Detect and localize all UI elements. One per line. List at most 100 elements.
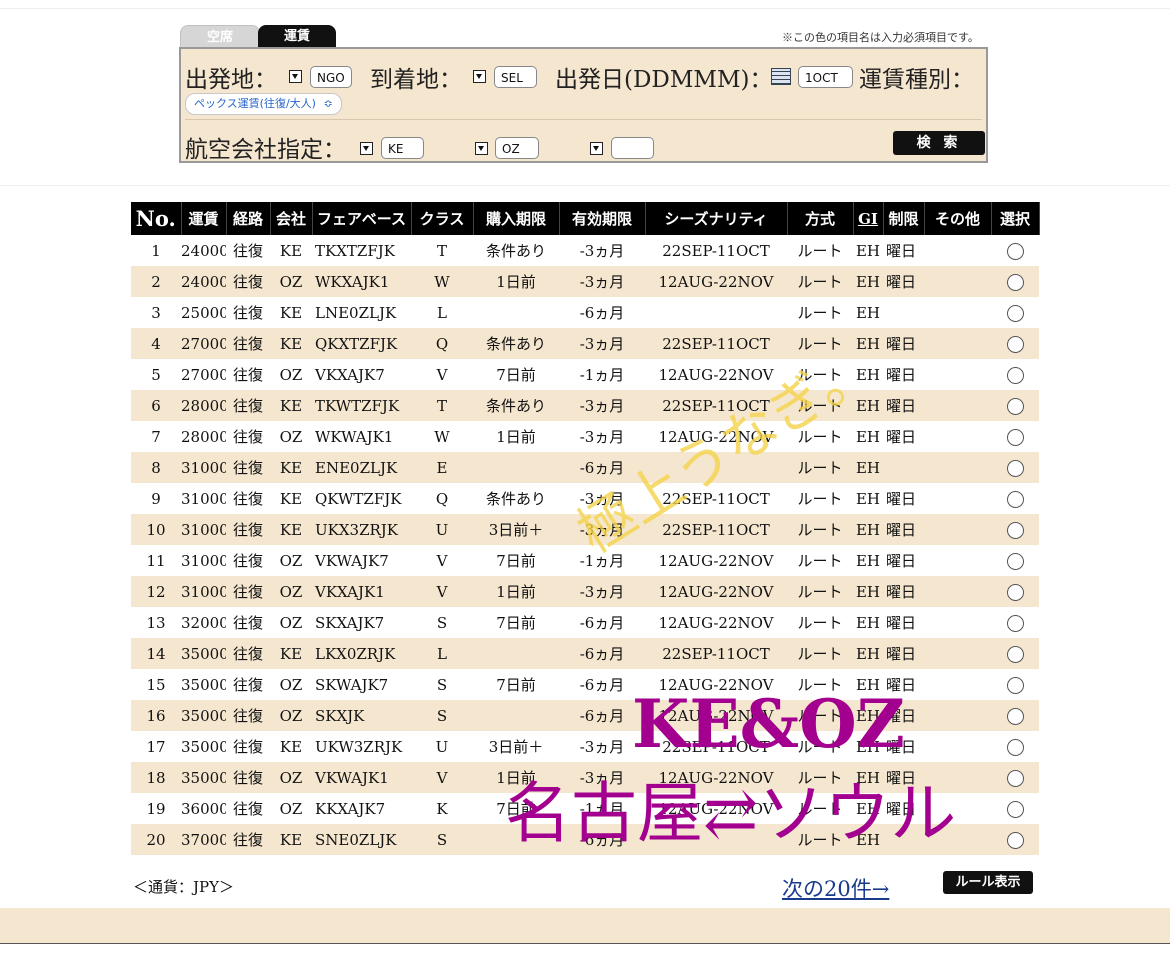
cell-route: 往復 [232,676,263,694]
cell-fare-basis: WKXAJK1 [312,266,411,297]
col-header-fare: 運賃 [181,202,227,235]
fare-type-value: ペックス運賃(往復/大人) [194,97,316,110]
cell-select [991,297,1039,328]
cell-method: ルート [787,328,853,359]
select-radio[interactable] [1006,521,1024,539]
cell-airline: KE [270,328,312,359]
col-header-gi[interactable]: GI [853,202,884,235]
cell-other [924,638,991,669]
select-radio[interactable] [1006,335,1024,353]
table-row: 14 35000 往復 KE LKX0ZRJK L -6ヵ月 22SEP-11OCT ルート EH… [131,638,1039,669]
destination-input[interactable]: SEL [494,66,537,88]
cell-method: ルート [787,762,853,793]
footer-line [0,943,1170,944]
airline-1-input[interactable]: KE [381,137,424,159]
select-radio[interactable] [1006,769,1024,787]
destination-dropdown-icon[interactable] [473,70,486,83]
fare-type-label: 運賃種別： [859,67,974,93]
cell-restriction: 曜日 [886,552,917,570]
cell-fare: 25000 [181,303,226,322]
select-radio[interactable] [1006,273,1024,291]
cell-restriction: 曜日 [883,700,924,731]
cell-restriction: 曜日 [883,576,924,607]
cell-seasonality: 12AUG-22NOV [658,427,774,446]
cell-gi: EH [853,390,883,421]
col-header-class: クラス [411,202,474,235]
select-radio[interactable] [1006,831,1024,849]
cell-restriction: 曜日 [883,514,924,545]
select-radio[interactable] [1006,676,1024,694]
cell-other [924,731,991,762]
cell-class: S [411,700,473,731]
cell-fare-basis: VKWAJK1 [312,762,411,793]
cell-no: 20 [131,824,181,855]
airline-3-input[interactable] [611,137,654,159]
cell-validity: -1ヵ月 [579,366,625,384]
cell-fare: 24000 [181,266,226,297]
calendar-icon[interactable] [771,68,791,85]
cell-gi: EH [855,675,881,694]
select-radio[interactable] [1006,583,1024,601]
gi-link[interactable]: GI [858,210,878,228]
cell-class: V [436,551,448,570]
select-radio[interactable] [1006,738,1024,756]
cell-fare: 24000 [181,241,226,260]
select-radio[interactable] [1006,397,1024,415]
origin-dropdown-icon[interactable] [289,70,302,83]
select-radio[interactable] [1006,645,1024,663]
cell-seasonality: 22SEP-11OCT [662,241,770,260]
select-radio[interactable] [1006,459,1024,477]
tab-fares[interactable]: 運賃 [258,25,336,48]
cell-route: 往復 [232,614,263,632]
cell-seasonality [645,297,787,328]
cell-route: 往復 [232,242,263,260]
cell-route: 往復 [232,428,263,446]
cell-restriction: 曜日 [883,638,924,669]
cell-method: ルート [787,266,853,297]
col-header-other: その他 [924,202,992,235]
cell-airline: OZ [279,675,303,694]
select-radio[interactable] [1006,490,1024,508]
table-row: 7 28000 往復 OZ WKWAJK1 W 1日前 -3ヵ月 12AUG-22NOV ルート E… [131,421,1039,452]
airline-2-input[interactable]: OZ [495,137,539,159]
select-radio[interactable] [1006,800,1024,818]
cell-validity: -1ヵ月 [579,552,625,570]
select-radio[interactable] [1006,366,1024,384]
cell-airline: OZ [270,762,312,793]
airline-2-dropdown-icon[interactable] [475,142,488,155]
next-20-link[interactable]: 次の20件→ [782,873,889,903]
cell-seasonality: 12AUG-22NOV [658,551,774,570]
cell-restriction: 曜日 [883,328,924,359]
cell-fare-basis: TKXTZFJK [315,241,395,260]
cell-method: ルート [787,638,853,669]
cell-gi: EH [855,489,881,508]
select-radio[interactable] [1006,428,1024,446]
departure-date-input[interactable]: 1OCT [798,66,853,88]
cell-validity: -3ヵ月 [559,514,645,545]
cell-select [991,452,1039,483]
cell-no: 17 [146,737,166,756]
fare-type-select[interactable]: ペックス運賃(往復/大人) ≎ [185,93,342,115]
rule-display-button[interactable]: ルール表示 [943,871,1033,894]
search-button[interactable]: 検 索 [893,131,985,155]
airline-3-dropdown-icon[interactable] [590,142,603,155]
select-radio[interactable] [1006,614,1024,632]
select-radio[interactable] [1006,304,1024,322]
select-radio[interactable] [1006,242,1024,260]
cell-fare: 27000 [181,365,226,384]
cell-gi: EH [855,551,881,570]
cell-class: L [437,303,447,322]
table-row: 8 31000 往復 KE ENE0ZLJK E -6ヵ月 ルート EH [131,452,1039,483]
cell-fare: 35000 [181,675,226,694]
airline-1-dropdown-icon[interactable] [360,142,373,155]
tab-availability[interactable]: 空席 [180,25,260,49]
cell-fare: 35000 [181,762,226,793]
table-row: 13 32000 往復 OZ SKXAJK7 S 7日前 -6ヵ月 12AUG-22NOV ルート… [131,607,1039,638]
select-radio[interactable] [1006,707,1024,725]
cell-fare: 35000 [181,737,226,756]
origin-input[interactable]: NGO [310,66,352,88]
cell-seasonality: 22SEP-11OCT [645,514,787,545]
select-radio[interactable] [1006,552,1024,570]
currency-note: ＜通貨：JPY＞ [133,878,235,896]
cell-restriction: 曜日 [886,676,917,694]
